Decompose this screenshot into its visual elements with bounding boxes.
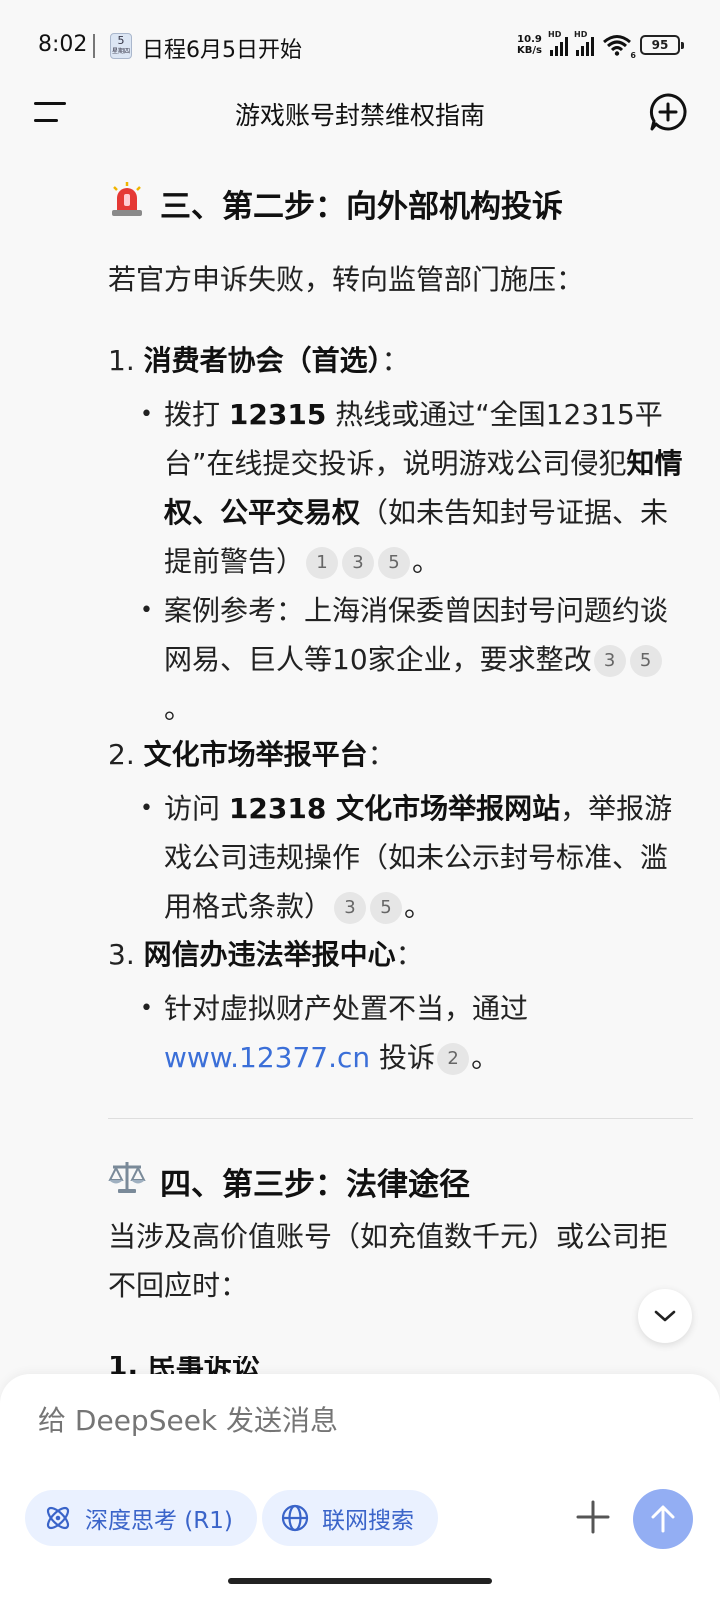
- chat-screen: 8:02 5 星期四 日程6月5日开始 10.9 KB/s HD HD 6 95…: [0, 0, 720, 1600]
- deepthink-label: 深度思考 (R1): [85, 1508, 233, 1534]
- list-item-3: 3. 网信办违法举报中心：: [108, 933, 424, 977]
- wifi-sub-label: 6: [630, 51, 636, 60]
- list-item-title: 网信办违法举报中心: [143, 938, 396, 971]
- list-number: 3.: [108, 938, 135, 971]
- citation-badge[interactable]: 1: [306, 547, 339, 579]
- signal-icon-2: HD: [574, 30, 594, 56]
- chevron-down-icon: [654, 1310, 676, 1322]
- bullet-end: 。: [404, 890, 433, 923]
- complaint-link[interactable]: www.12377.cn: [164, 1041, 370, 1074]
- list-item-suffix: ：: [381, 344, 410, 377]
- bullet-item: • 案例参考：上海消保委曾因封号问题约谈网易、巨人等10家企业，要求整改 3 5。: [140, 594, 669, 725]
- bullet-end: 。: [471, 1041, 500, 1074]
- plus-icon: [576, 1500, 610, 1534]
- network-speed-unit: KB/s: [517, 45, 542, 56]
- atom-icon: [46, 1506, 70, 1530]
- bullet-bold: 12315: [228, 398, 327, 431]
- list-item-suffix: ：: [395, 938, 424, 971]
- send-button[interactable]: [633, 1489, 693, 1549]
- list-item-title: 1. 民事诉讼: [108, 1356, 260, 1376]
- scroll-down-button[interactable]: [638, 1289, 692, 1343]
- status-separator: [93, 34, 95, 58]
- section-heading: 四、第三步：法律途径: [108, 1158, 470, 1204]
- calendar-day: 5: [117, 34, 125, 47]
- citation-badge[interactable]: 3: [342, 547, 375, 579]
- list-item-suffix: ：: [367, 738, 396, 771]
- citation-badge[interactable]: 3: [593, 645, 626, 677]
- calendar-icon: 5 星期四: [110, 33, 132, 59]
- bullet-text: 拨打: [164, 398, 229, 431]
- new-chat-icon[interactable]: [648, 92, 688, 136]
- wifi-icon: 6: [602, 34, 636, 60]
- list-number: 2.: [108, 738, 135, 771]
- list-item-1: 1. 消费者协会（首选）：: [108, 339, 410, 383]
- status-time: 8:02: [38, 32, 88, 57]
- battery-icon: 95: [640, 35, 684, 55]
- message-input[interactable]: [38, 1404, 638, 1437]
- citation-badge[interactable]: 5: [629, 645, 662, 677]
- web-search-button[interactable]: 联网搜索: [262, 1490, 438, 1546]
- globe-icon: [281, 1504, 309, 1532]
- home-indicator[interactable]: [228, 1578, 492, 1584]
- web-search-label: 联网搜索: [322, 1508, 414, 1534]
- section-intro: 若官方申诉失败，转向监管部门施压：: [108, 263, 585, 296]
- message-composer: [0, 1374, 720, 1600]
- list-item-title: 文化市场举报平台: [143, 738, 368, 771]
- bullet-text: 针对虚拟财产处置不当，通过: [164, 992, 529, 1025]
- list-item-title: 消费者协会（首选）: [143, 344, 382, 377]
- list-item-2: 2. 文化市场举报平台：: [108, 733, 396, 777]
- bullet-item: • 访问 12318 文化市场举报网站，举报游戏公司违规操作（如未公示封号标准、…: [140, 792, 673, 924]
- status-bar: 8:02 5 星期四 日程6月5日开始 10.9 KB/s HD HD 6 95: [0, 0, 720, 92]
- chat-header: 游戏账号封禁维权指南: [0, 88, 720, 136]
- calendar-weekday: 星期四: [111, 48, 130, 55]
- network-speed: 10.9 KB/s: [517, 34, 542, 56]
- battery-level: 95: [651, 38, 669, 52]
- scales-icon: [108, 1158, 146, 1204]
- section-heading: 三、第二步：向外部机构投诉: [108, 180, 563, 226]
- bullet-end: 。: [164, 692, 193, 725]
- hd-label-2: HD: [574, 30, 588, 39]
- status-notification: 日程6月5日开始: [142, 38, 302, 63]
- section-intro: 当涉及高价值账号（如充值数千元）或公司拒不回应时：: [108, 1220, 669, 1302]
- hd-label: HD: [548, 30, 562, 39]
- siren-icon: [108, 180, 146, 226]
- section-heading-text: 三、第二步：向外部机构投诉: [160, 188, 563, 225]
- citation-badge[interactable]: 3: [334, 892, 367, 924]
- bullet-item: • 拨打 12315 热线或通过“全国12315平台”在线提交投诉，说明游戏公司…: [140, 398, 683, 579]
- list-item-partial: 1. 民事诉讼: [108, 1356, 260, 1376]
- arrow-up-icon: [651, 1505, 675, 1533]
- section-heading-text: 四、第三步：法律途径: [160, 1166, 470, 1203]
- section-divider: [108, 1118, 693, 1119]
- bullet-bold: 12318 文化市场举报网站: [228, 792, 561, 825]
- deepthink-button[interactable]: 深度思考 (R1): [25, 1490, 257, 1546]
- list-number: 1.: [108, 344, 135, 377]
- signal-icon: HD: [548, 30, 568, 56]
- citation-badge[interactable]: 2: [437, 1043, 470, 1075]
- chat-title[interactable]: 游戏账号封禁维权指南: [0, 96, 720, 132]
- bullet-text: 投诉: [370, 1041, 436, 1074]
- bullet-item: • 针对虚拟财产处置不当，通过 www.12377.cn 投诉 2。: [140, 992, 529, 1075]
- citation-badge[interactable]: 5: [370, 892, 403, 924]
- bullet-text: 访问: [164, 792, 229, 825]
- citation-badge[interactable]: 5: [378, 547, 411, 579]
- status-icons: 10.9 KB/s HD HD 6 95: [517, 30, 684, 60]
- attach-button[interactable]: [572, 1496, 614, 1538]
- bullet-end: 。: [412, 545, 441, 578]
- network-speed-value: 10.9: [517, 34, 542, 45]
- bullet-text: 案例参考：上海消保委曾因封号问题约谈网易、巨人等10家企业，要求整改: [164, 594, 669, 676]
